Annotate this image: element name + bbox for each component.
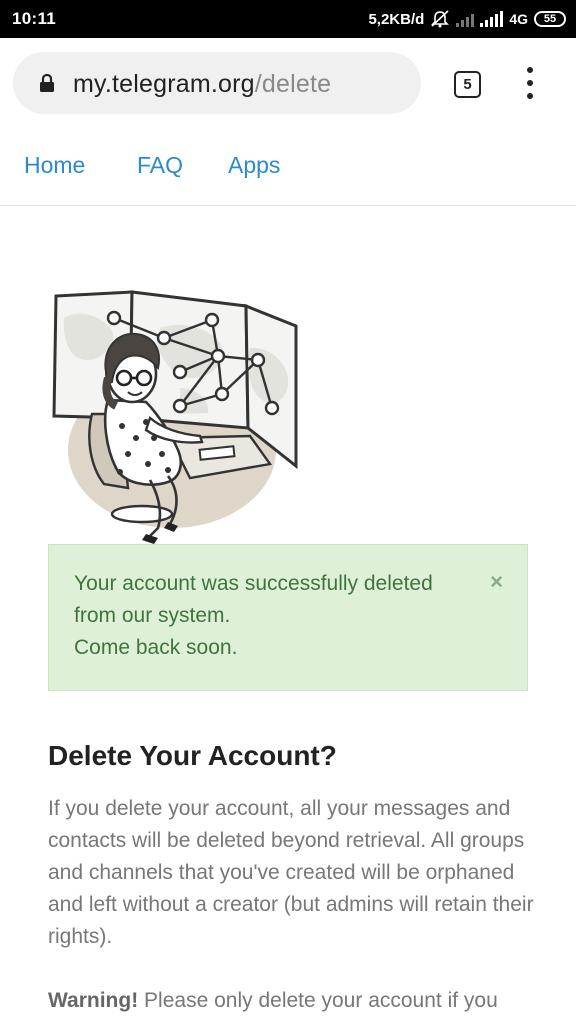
bell-off-icon bbox=[431, 10, 450, 28]
alert-line-1: Your account was successfully deleted bbox=[74, 572, 433, 595]
battery-icon: 55 bbox=[534, 11, 566, 27]
alert-line-3: Come back soon. bbox=[74, 636, 238, 659]
signal-sim1-icon bbox=[456, 11, 475, 27]
tab-count: 5 bbox=[463, 76, 472, 93]
warning-text: Warning! Please only delete your account… bbox=[48, 985, 548, 1017]
page-title: Delete Your Account? bbox=[48, 740, 337, 771]
lock-icon bbox=[40, 73, 54, 92]
status-icons: 5,2KB/d 4G 55 bbox=[368, 9, 566, 29]
status-bar: 10:11 5,2KB/d 4G 55 bbox=[0, 0, 576, 38]
site-nav: Home FAQ Apps bbox=[0, 128, 576, 206]
url-host: my.telegram.org bbox=[73, 70, 255, 98]
nav-faq-link[interactable]: FAQ bbox=[137, 152, 183, 179]
url-text: my.telegram.org/delete bbox=[73, 70, 331, 99]
browser-toolbar: my.telegram.org/delete 5 bbox=[0, 38, 576, 128]
close-icon[interactable]: × bbox=[490, 571, 503, 593]
telegram-illustration bbox=[52, 290, 298, 544]
alert-line-2: from our system. bbox=[74, 604, 231, 627]
battery-level: 55 bbox=[543, 12, 557, 25]
warning-label: Warning! bbox=[48, 989, 139, 1012]
status-time: 10:11 bbox=[12, 9, 57, 28]
network-type: 4G bbox=[509, 11, 528, 27]
delete-description: If you delete your account, all your mes… bbox=[48, 797, 534, 948]
nav-home-link[interactable]: Home bbox=[24, 152, 85, 179]
alert-message: Your account was successfully deleted fr… bbox=[74, 568, 474, 664]
success-alert: Your account was successfully deleted fr… bbox=[48, 544, 528, 691]
network-speed: 5,2KB/d bbox=[368, 10, 425, 28]
nav-apps-link[interactable]: Apps bbox=[228, 152, 280, 179]
more-menu-icon[interactable] bbox=[520, 67, 540, 99]
url-path: /delete bbox=[254, 70, 332, 98]
signal-sim2-icon bbox=[480, 11, 504, 27]
tab-switcher-button[interactable]: 5 bbox=[454, 71, 481, 98]
address-bar[interactable]: my.telegram.org/delete bbox=[13, 52, 421, 114]
warning-body: Please only delete your account if you bbox=[138, 989, 498, 1012]
